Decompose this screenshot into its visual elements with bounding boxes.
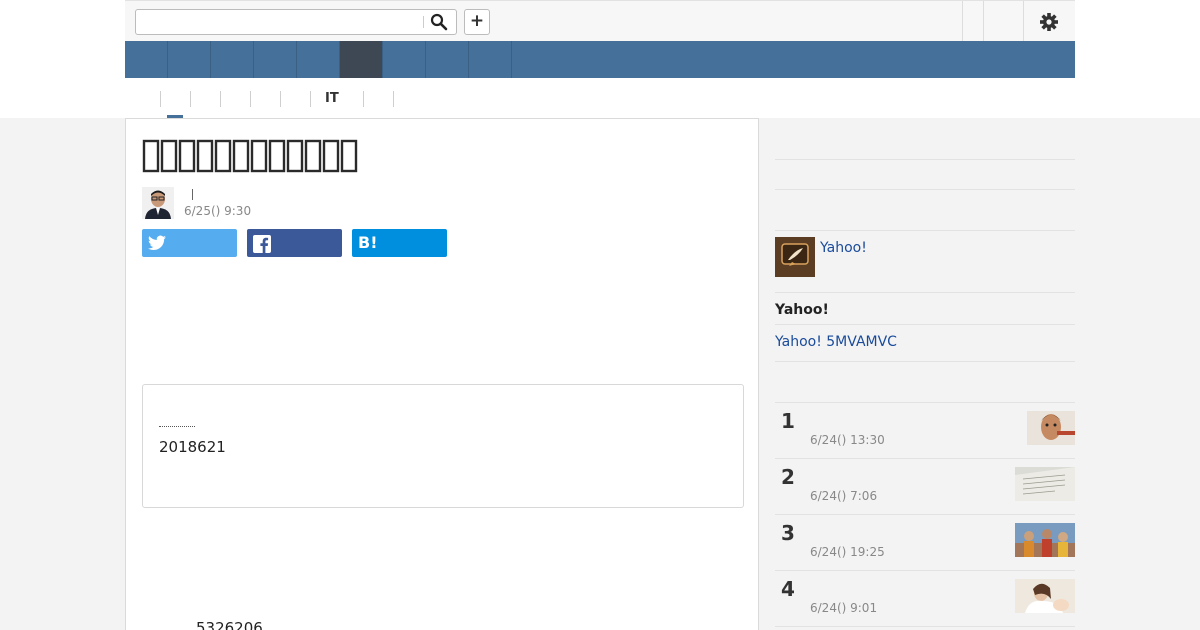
site-header: + (125, 0, 1075, 41)
sidebar-divider (775, 361, 1075, 362)
header-divider (962, 1, 963, 41)
yahoo-news-icon[interactable] (775, 237, 815, 277)
sidebar-divider (775, 230, 1075, 231)
nav-item-active[interactable] (340, 41, 383, 78)
nav-item[interactable] (254, 41, 297, 78)
facebook-icon (253, 235, 271, 253)
nav-item[interactable] (469, 41, 512, 78)
sidebar-divider (775, 324, 1075, 325)
subnav-item[interactable] (250, 91, 251, 107)
subnav-item-it[interactable]: IT (310, 91, 339, 107)
nav-item[interactable] (211, 41, 254, 78)
yahoo-link[interactable]: Yahoo! (820, 240, 867, 256)
hatena-bookmark-button[interactable]: B! (352, 229, 447, 257)
ranking-item[interactable]: 3 6/24() 19:25 (775, 515, 1075, 571)
subnav-item[interactable] (160, 91, 161, 107)
header-divider (1023, 1, 1024, 41)
nav-item[interactable] (426, 41, 469, 78)
search-divider (423, 16, 424, 28)
ranking-item[interactable]: 1 6/24() 13:30 (775, 403, 1075, 459)
article-body-number: 5326206 (196, 619, 263, 630)
facebook-share-button[interactable] (247, 229, 342, 257)
subnav-item-end (393, 91, 394, 107)
article-date: 6/25() 9:30 (184, 204, 252, 218)
sidebar-link[interactable]: Yahoo! 5MVAMVC (775, 334, 897, 350)
article-title-glyphs (142, 139, 358, 173)
nav-item[interactable] (383, 41, 426, 78)
nav-item[interactable] (168, 41, 211, 78)
ranking-date: 6/24() 9:01 (810, 601, 878, 615)
ranking-number: 2 (781, 465, 795, 489)
hatena-bookmark-icon: B! (358, 233, 378, 252)
ranking-date: 6/24() 19:25 (810, 545, 885, 559)
sidebar-divider (775, 159, 1075, 160)
sidebar-divider (775, 292, 1075, 293)
search-icon[interactable] (430, 13, 450, 31)
article-summary-box: 2018621 (142, 384, 744, 508)
ranking-thumbnail[interactable] (1015, 467, 1075, 501)
article-card: 6/25() 9:30 B! 2018621 5326206 (125, 118, 759, 630)
ranking-number: 1 (781, 409, 795, 433)
main-nav (125, 41, 1075, 78)
ranking-number: 3 (781, 521, 795, 545)
summary-number: 2018621 (159, 438, 226, 456)
header-divider (983, 1, 984, 41)
author-avatar[interactable] (142, 187, 174, 219)
sub-nav: IT (125, 80, 1075, 118)
subnav-item[interactable] (220, 91, 221, 107)
subnav-item[interactable] (190, 91, 191, 107)
ranking-thumbnail[interactable] (1027, 411, 1075, 445)
ranking-thumbnail[interactable] (1015, 579, 1075, 613)
twitter-share-button[interactable] (142, 229, 237, 257)
ranking-date: 6/24() 7:06 (810, 489, 878, 503)
ranking-thumbnail[interactable] (1015, 523, 1075, 557)
subnav-item[interactable] (363, 91, 364, 107)
twitter-icon (148, 235, 166, 251)
subnav-item[interactable] (280, 91, 281, 107)
search-input[interactable] (135, 9, 457, 35)
sidebar-divider (775, 189, 1075, 190)
ranking-date: 6/24() 13:30 (810, 433, 885, 447)
add-button[interactable]: + (464, 9, 490, 35)
gear-icon[interactable] (1038, 11, 1060, 33)
nav-item[interactable] (297, 41, 340, 78)
ranking-item[interactable]: 2 6/24() 7:06 (775, 459, 1075, 515)
ranking-number: 4 (781, 577, 795, 601)
summary-label-underline (159, 426, 195, 427)
ranking-item[interactable]: 4 6/24() 9:01 (775, 571, 1075, 627)
nav-item[interactable] (125, 41, 168, 78)
author-divider (192, 189, 193, 200)
sidebar-heading: Yahoo! (775, 302, 829, 318)
